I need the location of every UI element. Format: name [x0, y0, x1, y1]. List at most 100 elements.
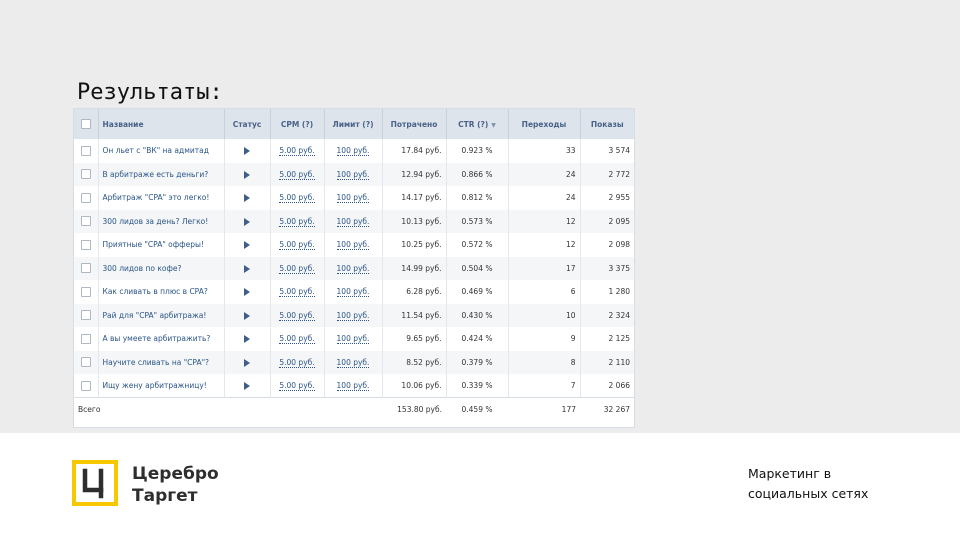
row-checkbox-cell[interactable] [74, 162, 99, 186]
status-cell[interactable] [224, 139, 271, 163]
play-icon[interactable] [244, 382, 250, 390]
cpm-cell[interactable]: 5.00 руб. [270, 256, 325, 280]
cpm-cell[interactable]: 5.00 руб. [270, 162, 325, 186]
play-icon[interactable] [244, 335, 250, 344]
table-row[interactable]: Как сливать в плюс в CPA? 5.00 руб. 100 ру… [74, 280, 634, 304]
row-checkbox-cell[interactable] [74, 139, 99, 163]
play-icon[interactable] [244, 288, 250, 297]
ad-name[interactable]: 300 лидов за день? Легко! [98, 209, 225, 233]
limit-cell[interactable]: 100 руб. [324, 233, 383, 257]
row-checkbox-cell[interactable] [74, 209, 99, 233]
limit-value[interactable]: 100 руб. [336, 169, 370, 180]
cpm-value[interactable]: 5.00 руб. [279, 146, 315, 157]
ad-name[interactable]: Ищу жену арбитражницу! [98, 374, 225, 398]
table-row[interactable]: А вы умеете арбитражить? 5.00 руб. 100 руб… [74, 327, 634, 351]
cpm-cell[interactable]: 5.00 руб. [270, 209, 325, 233]
limit-cell[interactable]: 100 руб. [324, 256, 383, 280]
play-icon[interactable] [244, 194, 250, 203]
play-icon[interactable] [244, 217, 250, 226]
table-row[interactable]: Научите сливать на "CPA"? 5.00 руб. 100 ру… [74, 350, 634, 374]
select-all-checkbox-cell[interactable] [74, 109, 99, 139]
limit-value[interactable]: 100 руб. [336, 334, 370, 345]
ad-name[interactable]: Приятные "CPA" офферы! [98, 233, 225, 257]
sort-down-icon[interactable]: ▼ [491, 122, 496, 129]
checkbox-icon[interactable] [80, 263, 91, 274]
table-row[interactable]: Ищу жену арбитражницу! 5.00 руб. 100 руб. 1… [74, 374, 634, 398]
limit-value[interactable]: 100 руб. [336, 310, 370, 321]
play-icon[interactable] [244, 358, 250, 367]
column-header-ctr[interactable]: CTR (?) ▼ [446, 109, 509, 139]
checkbox-icon[interactable] [80, 216, 91, 227]
ad-name[interactable]: Рай для "CPA" арбитража! [98, 303, 225, 327]
row-checkbox-cell[interactable] [74, 256, 99, 280]
checkbox-icon[interactable] [80, 145, 91, 156]
cpm-value[interactable]: 5.00 руб. [279, 169, 315, 180]
ad-name[interactable]: Научите сливать на "CPA"? [98, 350, 225, 374]
checkbox-icon[interactable] [80, 192, 91, 203]
limit-value[interactable]: 100 руб. [336, 263, 370, 274]
cpm-value[interactable]: 5.00 руб. [279, 263, 315, 274]
status-cell[interactable] [224, 303, 271, 327]
cpm-cell[interactable]: 5.00 руб. [270, 374, 325, 398]
status-cell[interactable] [224, 374, 271, 398]
play-icon[interactable] [244, 311, 250, 320]
limit-cell[interactable]: 100 руб. [324, 327, 383, 351]
status-cell[interactable] [224, 350, 271, 374]
table-row[interactable]: Он льет с "ВК" на адмитад 5.00 руб. 100 ру… [74, 139, 634, 163]
column-header-clicks[interactable]: Переходы [508, 109, 581, 139]
column-header-spent[interactable]: Потрачено [382, 109, 447, 139]
cpm-cell[interactable]: 5.00 руб. [270, 280, 325, 304]
status-cell[interactable] [224, 209, 271, 233]
checkbox-icon[interactable] [80, 357, 91, 368]
row-checkbox-cell[interactable] [74, 233, 99, 257]
column-header-shows[interactable]: Показы [580, 109, 634, 139]
table-row[interactable]: В арбитраже есть деньги? 5.00 руб. 100 руб… [74, 162, 634, 186]
cpm-value[interactable]: 5.00 руб. [279, 193, 315, 204]
row-checkbox-cell[interactable] [74, 327, 99, 351]
ad-name[interactable]: Как сливать в плюс в CPA? [98, 280, 225, 304]
checkbox-icon[interactable] [80, 119, 91, 129]
cpm-value[interactable]: 5.00 руб. [279, 357, 315, 368]
play-icon[interactable] [244, 170, 250, 179]
table-row[interactable]: 300 лидов за день? Легко! 5.00 руб. 100 ру… [74, 209, 634, 233]
row-checkbox-cell[interactable] [74, 374, 99, 398]
limit-value[interactable]: 100 руб. [336, 381, 370, 391]
cpm-cell[interactable]: 5.00 руб. [270, 350, 325, 374]
column-header-cpm[interactable]: CPM (?) [270, 109, 325, 139]
checkbox-icon[interactable] [80, 239, 91, 250]
column-header-limit[interactable]: Лимит (?) [324, 109, 383, 139]
limit-value[interactable]: 100 руб. [336, 193, 370, 204]
checkbox-icon[interactable] [80, 310, 91, 321]
row-checkbox-cell[interactable] [74, 303, 99, 327]
cpm-cell[interactable]: 5.00 руб. [270, 303, 325, 327]
limit-cell[interactable]: 100 руб. [324, 139, 383, 163]
row-checkbox-cell[interactable] [74, 350, 99, 374]
limit-value[interactable]: 100 руб. [336, 287, 370, 298]
table-row[interactable]: Приятные "CPA" офферы! 5.00 руб. 100 руб. 1… [74, 233, 634, 257]
limit-cell[interactable]: 100 руб. [324, 303, 383, 327]
play-icon[interactable] [244, 264, 250, 273]
cpm-value[interactable]: 5.00 руб. [279, 240, 315, 251]
row-checkbox-cell[interactable] [74, 186, 99, 210]
ad-name[interactable]: А вы умеете арбитражить? [98, 327, 225, 351]
cpm-value[interactable]: 5.00 руб. [279, 310, 315, 321]
status-cell[interactable] [224, 186, 271, 210]
status-cell[interactable] [224, 233, 271, 257]
limit-cell[interactable]: 100 руб. [324, 162, 383, 186]
limit-cell[interactable]: 100 руб. [324, 209, 383, 233]
limit-cell[interactable]: 100 руб. [324, 280, 383, 304]
ad-name[interactable]: Он льет с "ВК" на адмитад [98, 139, 225, 163]
column-header-name[interactable]: Название [98, 109, 225, 139]
limit-value[interactable]: 100 руб. [336, 146, 370, 157]
cpm-cell[interactable]: 5.00 руб. [270, 139, 325, 163]
ad-name[interactable]: В арбитраже есть деньги? [98, 162, 225, 186]
row-checkbox-cell[interactable] [74, 280, 99, 304]
column-header-status[interactable]: Статус [224, 109, 271, 139]
play-icon[interactable] [244, 241, 250, 250]
table-row[interactable]: Арбитраж "CPA" это легко! 5.00 руб. 100 ру… [74, 186, 634, 210]
limit-value[interactable]: 100 руб. [336, 240, 370, 251]
cpm-cell[interactable]: 5.00 руб. [270, 327, 325, 351]
limit-value[interactable]: 100 руб. [336, 216, 370, 227]
cpm-cell[interactable]: 5.00 руб. [270, 186, 325, 210]
checkbox-icon[interactable] [80, 333, 91, 344]
